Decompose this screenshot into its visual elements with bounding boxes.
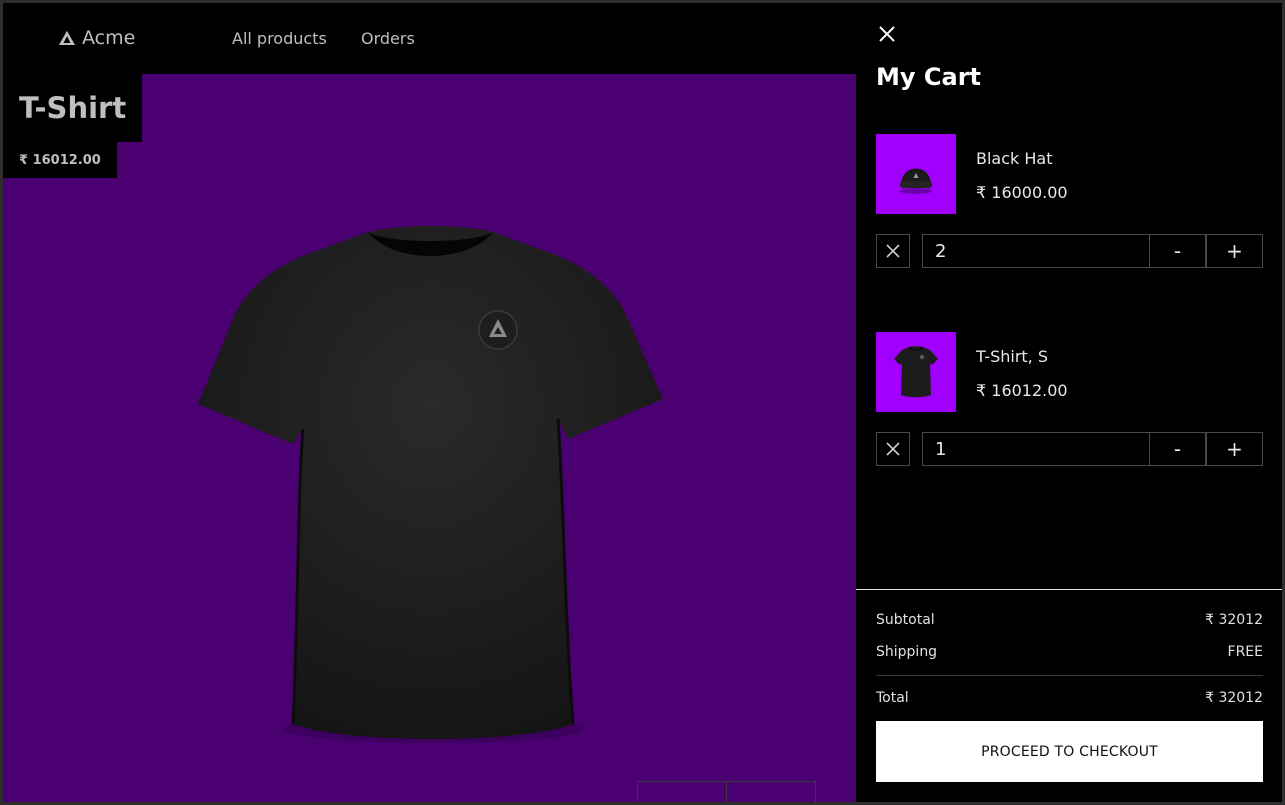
close-icon bbox=[879, 26, 895, 42]
cart-item-thumbnail[interactable] bbox=[876, 134, 956, 214]
summary-divider bbox=[876, 675, 1263, 676]
proceed-to-checkout-button[interactable]: PROCEED TO CHECKOUT bbox=[876, 721, 1263, 782]
quantity-controls: - + bbox=[876, 234, 1263, 268]
quantity-input[interactable] bbox=[922, 234, 1150, 268]
thumbnail-option[interactable] bbox=[638, 782, 727, 802]
product-price: ₹ 16012.00 bbox=[3, 142, 117, 178]
brand-logo[interactable]: Acme bbox=[58, 27, 135, 49]
cart-item-price: ₹ 16012.00 bbox=[976, 381, 1068, 400]
total-label: Total bbox=[876, 690, 909, 706]
cart-item-name[interactable]: T-Shirt, S bbox=[976, 347, 1048, 366]
remove-icon bbox=[886, 442, 900, 456]
shipping-row: Shipping FREE bbox=[876, 644, 1263, 660]
acme-logo-icon bbox=[59, 31, 75, 45]
shipping-value: FREE bbox=[1227, 644, 1263, 660]
decrease-quantity-button[interactable]: - bbox=[1149, 234, 1206, 268]
nav-orders[interactable]: Orders bbox=[361, 29, 415, 48]
brand-name: Acme bbox=[82, 27, 136, 49]
product-stage: T-Shirt ₹ 16012.00 bbox=[3, 74, 856, 802]
subtotal-label: Subtotal bbox=[876, 612, 935, 628]
nav-all-products[interactable]: All products bbox=[232, 29, 327, 48]
remove-item-button[interactable] bbox=[876, 234, 910, 268]
total-row: Total ₹ 32012 bbox=[876, 690, 1263, 706]
cart-item-thumbnail[interactable] bbox=[876, 332, 956, 412]
tshirt-thumbnail-image bbox=[894, 346, 938, 398]
product-thumbnail-strip bbox=[637, 781, 816, 802]
total-value: ₹ 32012 bbox=[1205, 690, 1263, 706]
remove-icon bbox=[886, 244, 900, 258]
cart-sidebar: My Cart Black Hat ₹ 16000.00 - + bbox=[856, 3, 1282, 802]
black-hat-image bbox=[900, 168, 932, 194]
quantity-input[interactable] bbox=[922, 432, 1150, 466]
remove-item-button[interactable] bbox=[876, 432, 910, 466]
shipping-label: Shipping bbox=[876, 644, 938, 660]
site-header: Acme All products Orders bbox=[3, 3, 856, 74]
subtotal-value: ₹ 32012 bbox=[1205, 612, 1263, 628]
subtotal-row: Subtotal ₹ 32012 bbox=[876, 612, 1263, 628]
cart-title: My Cart bbox=[876, 63, 981, 91]
product-title-box: T-Shirt bbox=[3, 74, 143, 142]
cart-item-name[interactable]: Black Hat bbox=[976, 149, 1052, 168]
cart-item-price: ₹ 16000.00 bbox=[976, 183, 1068, 202]
cart-summary: Subtotal ₹ 32012 Shipping FREE Total ₹ 3… bbox=[856, 589, 1282, 802]
decrease-quantity-button[interactable]: - bbox=[1149, 432, 1206, 466]
increase-quantity-button[interactable]: + bbox=[1206, 234, 1263, 268]
quantity-controls: - + bbox=[876, 432, 1263, 466]
thumbnail-option[interactable] bbox=[727, 782, 815, 802]
tshirt-image bbox=[198, 226, 663, 743]
increase-quantity-button[interactable]: + bbox=[1206, 432, 1263, 466]
product-title: T-Shirt bbox=[19, 91, 127, 125]
close-cart-button[interactable] bbox=[878, 25, 896, 43]
